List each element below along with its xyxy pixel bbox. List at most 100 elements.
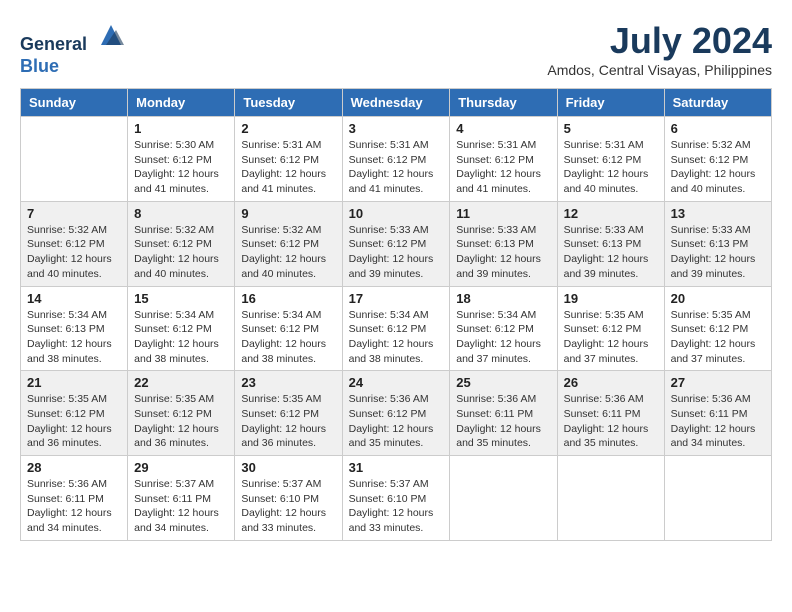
calendar-cell: 31 Sunrise: 5:37 AM Sunset: 6:10 PM Dayli… — [342, 456, 450, 541]
day-number: 23 — [241, 375, 335, 390]
calendar-table: SundayMondayTuesdayWednesdayThursdayFrid… — [20, 88, 772, 541]
weekday-header-sunday: Sunday — [21, 89, 128, 117]
day-info: Sunrise: 5:31 AM Sunset: 6:12 PM Dayligh… — [241, 138, 335, 197]
logo: General Blue — [20, 20, 126, 77]
day-number: 4 — [456, 121, 550, 136]
calendar-cell: 28 Sunrise: 5:36 AM Sunset: 6:11 PM Dayli… — [21, 456, 128, 541]
day-number: 13 — [671, 206, 765, 221]
day-number: 11 — [456, 206, 550, 221]
day-number: 27 — [671, 375, 765, 390]
calendar-cell: 9Sunrise: 5:32 AM Sunset: 6:12 PM Daylig… — [235, 201, 342, 286]
day-info: Sunrise: 5:36 AM Sunset: 6:11 PM Dayligh… — [671, 392, 765, 451]
day-number: 12 — [564, 206, 658, 221]
day-number: 14 — [27, 291, 121, 306]
day-number: 6 — [671, 121, 765, 136]
calendar-cell: 13 Sunrise: 5:33 AM Sunset: 6:13 PM Dayli… — [664, 201, 771, 286]
month-year-title: July 2024 — [547, 20, 772, 62]
calendar-cell: 19 Sunrise: 5:35 AM Sunset: 6:12 PM Dayli… — [557, 286, 664, 371]
calendar-cell: 3Sunrise: 5:31 AM Sunset: 6:12 PM Daylig… — [342, 117, 450, 202]
logo-blue: Blue — [20, 56, 59, 76]
day-info: Sunrise: 5:35 AM Sunset: 6:12 PM Dayligh… — [134, 392, 228, 451]
day-info: Sunrise: 5:37 AM Sunset: 6:10 PM Dayligh… — [241, 477, 335, 536]
calendar-cell: 23 Sunrise: 5:35 AM Sunset: 6:12 PM Dayli… — [235, 371, 342, 456]
day-info: Sunrise: 5:36 AM Sunset: 6:12 PM Dayligh… — [349, 392, 444, 451]
day-number: 29 — [134, 460, 228, 475]
day-number: 24 — [349, 375, 444, 390]
day-number: 18 — [456, 291, 550, 306]
location-subtitle: Amdos, Central Visayas, Philippines — [547, 62, 772, 78]
logo-icon — [96, 20, 126, 50]
day-number: 19 — [564, 291, 658, 306]
calendar-cell — [664, 456, 771, 541]
weekday-header-friday: Friday — [557, 89, 664, 117]
day-info: Sunrise: 5:33 AM Sunset: 6:13 PM Dayligh… — [456, 223, 550, 282]
weekday-header-saturday: Saturday — [664, 89, 771, 117]
calendar-cell: 30Sunrise: 5:37 AM Sunset: 6:10 PM Dayli… — [235, 456, 342, 541]
calendar-cell — [21, 117, 128, 202]
day-info: Sunrise: 5:36 AM Sunset: 6:11 PM Dayligh… — [27, 477, 121, 536]
calendar-cell: 22Sunrise: 5:35 AM Sunset: 6:12 PM Dayli… — [128, 371, 235, 456]
day-info: Sunrise: 5:35 AM Sunset: 6:12 PM Dayligh… — [671, 308, 765, 367]
calendar-cell: 2 Sunrise: 5:31 AM Sunset: 6:12 PM Daylig… — [235, 117, 342, 202]
calendar-cell: 24 Sunrise: 5:36 AM Sunset: 6:12 PM Dayli… — [342, 371, 450, 456]
day-info: Sunrise: 5:31 AM Sunset: 6:12 PM Dayligh… — [456, 138, 550, 197]
calendar-cell — [450, 456, 557, 541]
day-info: Sunrise: 5:34 AM Sunset: 6:12 PM Dayligh… — [349, 308, 444, 367]
calendar-cell: 10Sunrise: 5:33 AM Sunset: 6:12 PM Dayli… — [342, 201, 450, 286]
calendar-cell: 16Sunrise: 5:34 AM Sunset: 6:12 PM Dayli… — [235, 286, 342, 371]
weekday-header-row: SundayMondayTuesdayWednesdayThursdayFrid… — [21, 89, 772, 117]
day-info: Sunrise: 5:31 AM Sunset: 6:12 PM Dayligh… — [349, 138, 444, 197]
logo-general: General — [20, 34, 87, 54]
day-info: Sunrise: 5:37 AM Sunset: 6:11 PM Dayligh… — [134, 477, 228, 536]
day-info: Sunrise: 5:36 AM Sunset: 6:11 PM Dayligh… — [456, 392, 550, 451]
calendar-cell: 25Sunrise: 5:36 AM Sunset: 6:11 PM Dayli… — [450, 371, 557, 456]
day-info: Sunrise: 5:35 AM Sunset: 6:12 PM Dayligh… — [241, 392, 335, 451]
day-number: 10 — [349, 206, 444, 221]
day-number: 9 — [241, 206, 335, 221]
day-number: 8 — [134, 206, 228, 221]
calendar-cell: 20 Sunrise: 5:35 AM Sunset: 6:12 PM Dayli… — [664, 286, 771, 371]
day-number: 17 — [349, 291, 444, 306]
day-info: Sunrise: 5:37 AM Sunset: 6:10 PM Dayligh… — [349, 477, 444, 536]
calendar-cell: 21 Sunrise: 5:35 AM Sunset: 6:12 PM Dayli… — [21, 371, 128, 456]
calendar-cell: 5 Sunrise: 5:31 AM Sunset: 6:12 PM Daylig… — [557, 117, 664, 202]
day-number: 28 — [27, 460, 121, 475]
day-info: Sunrise: 5:35 AM Sunset: 6:12 PM Dayligh… — [27, 392, 121, 451]
calendar-cell: 11 Sunrise: 5:33 AM Sunset: 6:13 PM Dayli… — [450, 201, 557, 286]
weekday-header-tuesday: Tuesday — [235, 89, 342, 117]
day-info: Sunrise: 5:34 AM Sunset: 6:13 PM Dayligh… — [27, 308, 121, 367]
calendar-cell: 17 Sunrise: 5:34 AM Sunset: 6:12 PM Dayli… — [342, 286, 450, 371]
calendar-cell: 27 Sunrise: 5:36 AM Sunset: 6:11 PM Dayli… — [664, 371, 771, 456]
title-section: July 2024 Amdos, Central Visayas, Philip… — [547, 20, 772, 78]
day-number: 16 — [241, 291, 335, 306]
day-info: Sunrise: 5:32 AM Sunset: 6:12 PM Dayligh… — [134, 223, 228, 282]
logo-text: General Blue — [20, 20, 126, 77]
day-info: Sunrise: 5:32 AM Sunset: 6:12 PM Dayligh… — [27, 223, 121, 282]
day-info: Sunrise: 5:31 AM Sunset: 6:12 PM Dayligh… — [564, 138, 658, 197]
calendar-cell: 1Sunrise: 5:30 AM Sunset: 6:12 PM Daylig… — [128, 117, 235, 202]
day-info: Sunrise: 5:33 AM Sunset: 6:13 PM Dayligh… — [564, 223, 658, 282]
day-number: 2 — [241, 121, 335, 136]
day-number: 26 — [564, 375, 658, 390]
calendar-cell: 12 Sunrise: 5:33 AM Sunset: 6:13 PM Dayli… — [557, 201, 664, 286]
calendar-cell: 14 Sunrise: 5:34 AM Sunset: 6:13 PM Dayli… — [21, 286, 128, 371]
day-number: 31 — [349, 460, 444, 475]
day-info: Sunrise: 5:34 AM Sunset: 6:12 PM Dayligh… — [134, 308, 228, 367]
calendar-week-row: 7 Sunrise: 5:32 AM Sunset: 6:12 PM Daylig… — [21, 201, 772, 286]
weekday-header-monday: Monday — [128, 89, 235, 117]
day-number: 7 — [27, 206, 121, 221]
calendar-week-row: 21 Sunrise: 5:35 AM Sunset: 6:12 PM Dayli… — [21, 371, 772, 456]
day-number: 21 — [27, 375, 121, 390]
weekday-header-wednesday: Wednesday — [342, 89, 450, 117]
day-number: 20 — [671, 291, 765, 306]
calendar-cell: 18Sunrise: 5:34 AM Sunset: 6:12 PM Dayli… — [450, 286, 557, 371]
calendar-cell — [557, 456, 664, 541]
calendar-week-row: 28 Sunrise: 5:36 AM Sunset: 6:11 PM Dayli… — [21, 456, 772, 541]
day-info: Sunrise: 5:32 AM Sunset: 6:12 PM Dayligh… — [671, 138, 765, 197]
calendar-cell: 4 Sunrise: 5:31 AM Sunset: 6:12 PM Daylig… — [450, 117, 557, 202]
day-info: Sunrise: 5:35 AM Sunset: 6:12 PM Dayligh… — [564, 308, 658, 367]
day-number: 5 — [564, 121, 658, 136]
day-info: Sunrise: 5:33 AM Sunset: 6:13 PM Dayligh… — [671, 223, 765, 282]
calendar-week-row: 1Sunrise: 5:30 AM Sunset: 6:12 PM Daylig… — [21, 117, 772, 202]
calendar-cell: 26Sunrise: 5:36 AM Sunset: 6:11 PM Dayli… — [557, 371, 664, 456]
